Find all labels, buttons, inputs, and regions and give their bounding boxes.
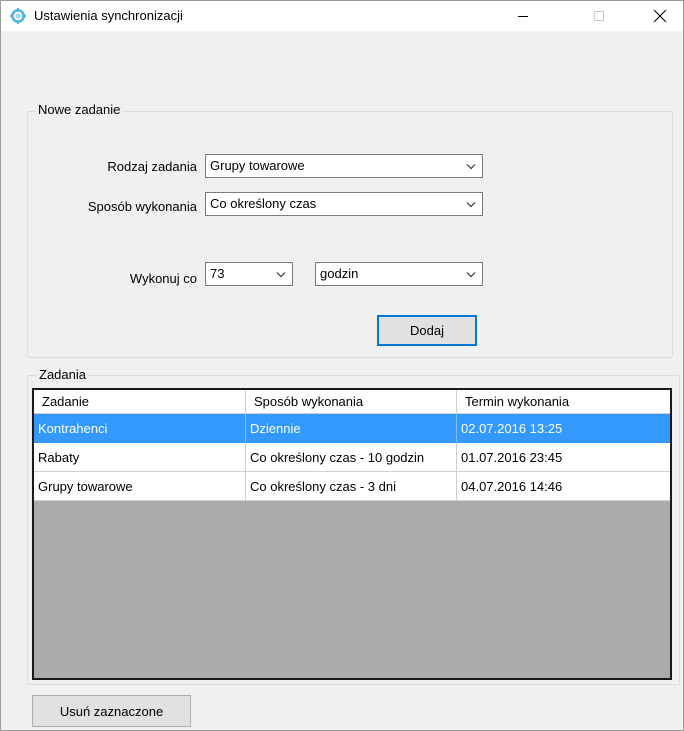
unit-value: godzin (320, 266, 359, 281)
execution-label: Sposób wykonania (87, 199, 197, 214)
new-task-group (27, 111, 673, 358)
table-cell[interactable]: 04.07.2016 14:46 (457, 472, 670, 501)
task-type-label: Rodzaj zadania (107, 159, 197, 174)
close-icon (653, 9, 667, 23)
new-task-group-label: Nowe zadanie (36, 102, 123, 117)
table-row[interactable]: Kontrahenci Dziennie 02.07.2016 13:25 (34, 414, 670, 443)
table-header: Zadanie Sposób wykonania Termin wykonani… (34, 390, 670, 414)
unit-select[interactable]: godzin (315, 262, 483, 286)
settings-window: Ustawienia synchronizacji Nowe zadanie R… (0, 0, 684, 731)
close-button[interactable] (637, 1, 683, 31)
column-header-task[interactable]: Zadanie (34, 390, 246, 414)
chevron-down-icon (466, 164, 476, 170)
chevron-down-icon (276, 272, 286, 278)
table-cell[interactable]: 02.07.2016 13:25 (457, 414, 670, 443)
table-row[interactable]: Rabaty Co określony czas - 10 godzin 01.… (34, 443, 670, 472)
every-value-select[interactable]: 73 (205, 262, 293, 286)
table-cell[interactable]: Grupy towarowe (34, 472, 246, 501)
table-cell[interactable]: Dziennie (246, 414, 457, 443)
task-type-select[interactable]: Grupy towarowe (205, 154, 483, 178)
gear-icon (10, 8, 26, 24)
tasks-table[interactable]: Zadanie Sposób wykonania Termin wykonani… (32, 388, 672, 680)
title-bar[interactable]: Ustawienia synchronizacji (1, 1, 683, 31)
table-cell[interactable]: Co określony czas - 10 godzin (246, 443, 457, 472)
table-cell[interactable]: Rabaty (34, 443, 246, 472)
every-value: 73 (210, 266, 225, 281)
table-cell[interactable]: Co określony czas - 3 dni (246, 472, 457, 501)
column-header-execution[interactable]: Sposób wykonania (246, 390, 457, 414)
table-row[interactable]: Grupy towarowe Co określony czas - 3 dni… (34, 472, 670, 501)
delete-selected-button[interactable]: Usuń zaznaczone (32, 695, 191, 727)
chevron-down-icon (466, 202, 476, 208)
column-header-deadline[interactable]: Termin wykonania (457, 390, 670, 414)
maximize-button[interactable] (576, 1, 622, 31)
every-label: Wykonuj co (129, 271, 197, 286)
window-title: Ustawienia synchronizacji (34, 8, 183, 23)
minimize-button[interactable] (500, 1, 546, 31)
task-type-value: Grupy towarowe (210, 158, 305, 173)
minimize-icon (518, 16, 528, 17)
add-button[interactable]: Dodaj (377, 315, 477, 346)
table-cell[interactable]: 01.07.2016 23:45 (457, 443, 670, 472)
maximize-icon (594, 11, 604, 21)
execution-value: Co określony czas (210, 196, 317, 211)
execution-select[interactable]: Co określony czas (205, 192, 483, 216)
tasks-group-label: Zadania (37, 367, 88, 382)
chevron-down-icon (466, 272, 476, 278)
table-cell[interactable]: Kontrahenci (34, 414, 246, 443)
